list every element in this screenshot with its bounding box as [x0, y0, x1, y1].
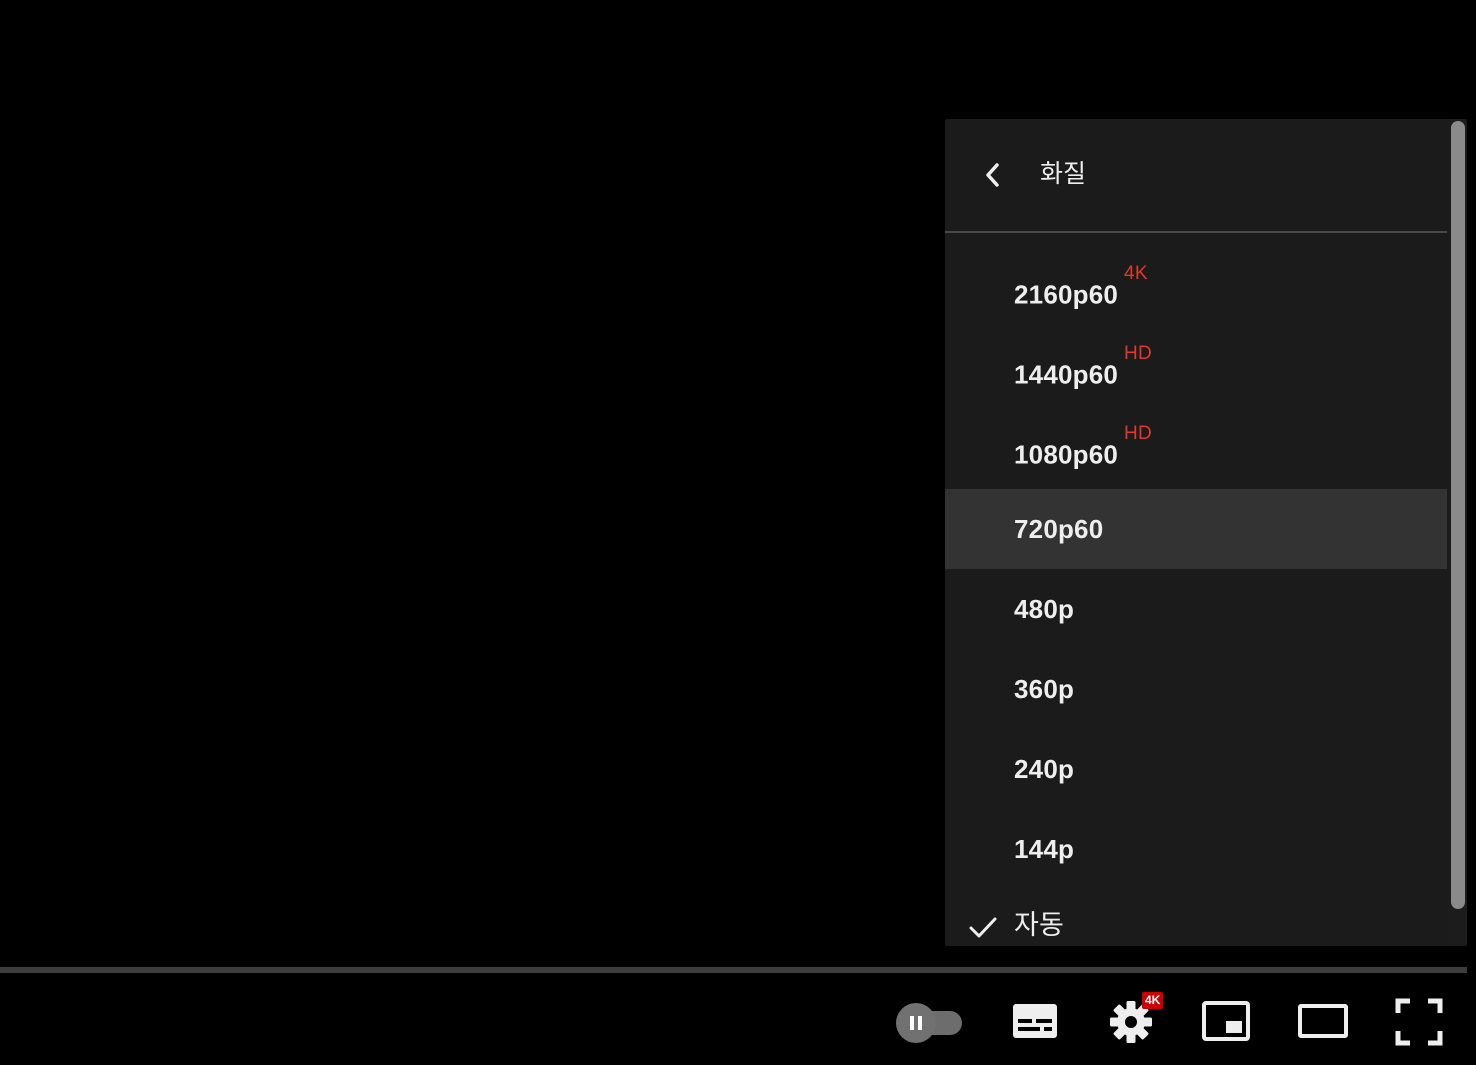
quality-menu: 화질 2160p604K 1440p60HD 1080p60HD 720p60 … — [945, 119, 1467, 946]
quality-item-auto[interactable]: 자동 — [945, 889, 1447, 946]
quality-item-720p60[interactable]: 720p60 — [945, 489, 1447, 569]
autoplay-toggle[interactable] — [896, 1003, 964, 1043]
quality-label: 144p — [1014, 834, 1075, 864]
subtitles-icon — [1013, 1004, 1057, 1038]
quality-item-2160p60[interactable]: 2160p604K — [945, 249, 1447, 329]
settings-quality-badge: 4K — [1142, 992, 1164, 1009]
quality-label: 480p — [1014, 594, 1075, 624]
quality-item-480p[interactable]: 480p — [945, 569, 1447, 649]
autoplay-toggle-icon — [896, 1003, 936, 1043]
quality-item-240p[interactable]: 240p — [945, 729, 1447, 809]
fullscreen-icon — [1395, 998, 1443, 1046]
theater-mode-button[interactable] — [1296, 999, 1350, 1043]
chevron-left-icon — [986, 163, 999, 187]
quality-item-360p[interactable]: 360p — [945, 649, 1447, 729]
checkmark-icon — [969, 917, 997, 938]
quality-item-1080p60[interactable]: 1080p60HD — [945, 409, 1447, 489]
settings-button[interactable]: 4K — [1106, 992, 1172, 1045]
menu-scrollbar[interactable] — [1448, 119, 1467, 946]
fullscreen-button[interactable] — [1394, 997, 1444, 1047]
quality-label: 720p60 — [1014, 514, 1104, 544]
player-controls: 4K — [0, 975, 1476, 1065]
quality-badge: HD — [1124, 343, 1152, 364]
quality-label: 1440p60 — [1014, 359, 1119, 390]
quality-label: 1080p60 — [1014, 439, 1119, 470]
quality-item-1440p60[interactable]: 1440p60HD — [945, 329, 1447, 409]
menu-title: 화질 — [1040, 160, 1087, 188]
scroll-thumb[interactable] — [1451, 121, 1465, 909]
quality-item-144p[interactable]: 144p — [945, 809, 1447, 889]
quality-badge: 4K — [1124, 263, 1148, 284]
quality-label: 자동 — [1014, 910, 1065, 940]
menu-header: 화질 — [945, 119, 1447, 233]
quality-label: 2160p60 — [1014, 279, 1119, 310]
quality-badge: HD — [1124, 423, 1152, 444]
theater-mode-icon — [1298, 1004, 1348, 1038]
progress-bar[interactable] — [0, 967, 1467, 973]
quality-list: 2160p604K 1440p60HD 1080p60HD 720p60 480… — [945, 249, 1447, 946]
miniplayer-button[interactable] — [1200, 999, 1254, 1043]
quality-label: 360p — [1014, 674, 1075, 704]
back-button[interactable] — [975, 157, 1011, 193]
subtitles-button[interactable] — [1010, 1001, 1060, 1041]
miniplayer-icon — [1202, 1001, 1250, 1041]
quality-label: 240p — [1014, 754, 1075, 784]
